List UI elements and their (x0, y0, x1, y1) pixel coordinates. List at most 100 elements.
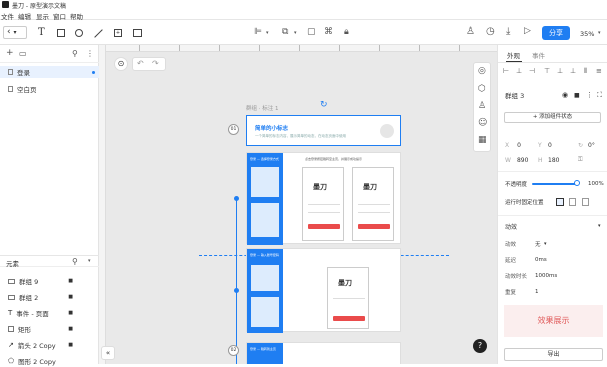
lock-icon[interactable]: ■ (574, 92, 580, 99)
line-tool-icon[interactable] (94, 29, 103, 38)
menu-edit[interactable]: 编辑 (18, 11, 31, 21)
user-icon[interactable]: ♙ (466, 26, 475, 37)
dropdown-chevron-icon[interactable]: ▾ (294, 30, 297, 36)
align-right-icon[interactable]: ⊣ (529, 67, 535, 75)
distribute-h-icon[interactable]: ⫴ (584, 67, 587, 76)
more-icon[interactable]: ⋮ (586, 91, 593, 99)
distribute-v-icon[interactable]: ≡ (596, 67, 602, 75)
collapse-left-button[interactable]: « (101, 346, 115, 360)
rotation-value[interactable]: 0° (588, 142, 595, 149)
fixed-bottom-icon[interactable] (582, 198, 589, 206)
chevron-down-icon[interactable]: ▾ (88, 258, 91, 264)
opacity-slider[interactable] (532, 183, 576, 185)
expand-icon[interactable]: ⛶ (597, 91, 602, 100)
fixed-none-icon[interactable] (556, 198, 564, 206)
delay-value[interactable]: 0ms (535, 257, 547, 263)
constrain-lock-icon[interactable]: ⚿ (578, 156, 583, 164)
component-icon[interactable]: ⬡ (478, 84, 486, 94)
opacity-value[interactable]: 100% (588, 181, 604, 187)
user-icon[interactable]: ♙ (478, 101, 486, 111)
add-page-icon[interactable]: + (6, 48, 14, 58)
rectangle-tool-icon[interactable] (57, 29, 65, 37)
refresh-icon[interactable]: ↻ (320, 100, 328, 110)
menu-window[interactable]: 窗口 (53, 11, 66, 21)
flow-card-2[interactable]: 登录 — 输入账号密码 墨刀 (246, 248, 401, 333)
zoom-level[interactable]: 35% (580, 30, 594, 38)
flow-card-1[interactable]: 登录 — 选择登录方式 点击登录按钮跳转至主页，并展示成功提示 墨刀 墨刀 (246, 152, 401, 245)
chevron-down-icon[interactable]: ▾ (598, 223, 601, 229)
toolbar: ‹ ▾ T + ⊫ ▾ ⧉ ▾ ▢ ⌘ 🔒︎ ♙ ◷ ⤓ ▷ 分享 35% ▾ (0, 21, 607, 45)
table-icon[interactable]: ▦ (478, 135, 487, 145)
canvas[interactable]: ⊙ ↶ ↷ 群组 · 标注 1 ↻ 简单的小标志 一个简单的标志内容，展示简单的… (99, 45, 497, 364)
image-tool-icon[interactable] (133, 29, 142, 37)
folder-icon[interactable]: ▭ (19, 49, 27, 58)
lock-icon[interactable]: ■ (68, 294, 73, 300)
page-item-login[interactable]: 登录 (0, 66, 99, 78)
nav-back-button[interactable]: ‹ ▾ (3, 26, 27, 39)
lock-icon[interactable]: ■ (68, 326, 73, 332)
timeline-dot[interactable] (234, 196, 239, 201)
lock-icon[interactable]: ■ (68, 342, 73, 348)
layer-item[interactable]: ⬠ 图形 2 Copy (0, 355, 99, 367)
timeline-dot[interactable] (234, 288, 239, 293)
layer-item[interactable]: 群组 9 ■ (0, 275, 99, 287)
help-button[interactable]: ? (473, 339, 487, 353)
x-value[interactable]: 0 (517, 142, 521, 149)
selected-banner-card[interactable]: 简单的小标志 一个简单的标志内容，展示简单的动态，在动态页面中使用 (246, 115, 401, 146)
flow-card-3[interactable]: 登录 — 跳转到主页 (246, 342, 401, 364)
w-value[interactable]: 890 (517, 157, 528, 164)
effect-preview[interactable]: 效果展示 (504, 305, 603, 337)
search-icon[interactable]: ⚲ (72, 49, 78, 58)
y-value[interactable]: 0 (548, 142, 552, 149)
undo-icon[interactable]: ↶ (137, 59, 144, 68)
lock-icon[interactable]: ■ (68, 278, 73, 284)
arrange-icon[interactable]: ⧉ (282, 27, 288, 37)
align-bottom-icon[interactable]: ⊥ (570, 67, 576, 75)
search-icon[interactable]: ⚲ (72, 257, 78, 266)
text-tool-icon[interactable]: T (38, 27, 45, 38)
layer-item[interactable]: T 事件 - 页面 ■ (0, 307, 99, 319)
menu-help[interactable]: 帮助 (70, 11, 83, 21)
component-name[interactable]: 群组 3 (505, 90, 524, 100)
align-top-icon[interactable]: ⊤ (544, 67, 550, 75)
page-item-blank[interactable]: 空白页 (0, 83, 99, 95)
play-icon[interactable]: ▷ (524, 26, 531, 36)
align-middle-icon[interactable]: ⊥ (557, 67, 563, 75)
repeat-value[interactable]: 1 (535, 289, 539, 295)
download-icon[interactable]: ⤓ (506, 26, 510, 37)
opacity-slider-handle[interactable] (574, 180, 580, 186)
anim-type-value[interactable]: 无 (535, 240, 541, 248)
history-icon[interactable]: ◷ (486, 26, 495, 37)
chevron-down-icon[interactable]: ▾ (544, 241, 547, 247)
h-value[interactable]: 180 (548, 157, 559, 164)
fixed-top-icon[interactable] (569, 198, 576, 206)
frame-tool-icon[interactable]: + (114, 29, 122, 37)
export-button[interactable]: 导出 (504, 348, 603, 361)
tab-events[interactable]: 事件 (532, 50, 545, 60)
align-center-icon[interactable]: ⊥ (516, 67, 522, 75)
redo-icon[interactable]: ↷ (152, 59, 159, 68)
layer-item[interactable]: ↗ 箭头 2 Copy ■ (0, 339, 99, 351)
more-icon[interactable]: ⋮ (86, 49, 94, 58)
layer-item[interactable]: 矩形 ■ (0, 323, 99, 335)
menu-view[interactable]: 显示 (36, 11, 49, 21)
dropdown-chevron-icon[interactable]: ▾ (266, 30, 269, 36)
share-button[interactable]: 分享 (542, 26, 570, 40)
link-icon[interactable]: ⌘ (324, 27, 333, 37)
canvas-settings-button[interactable]: ⊙ (114, 57, 128, 71)
tab-appearance[interactable]: 外观 (507, 50, 520, 60)
visibility-icon[interactable]: ◉ (562, 91, 568, 99)
align-left-icon[interactable]: ⊢ (503, 67, 509, 75)
lock-icon[interactable]: ■ (68, 310, 73, 316)
layer-item[interactable]: 群组 2 ■ (0, 291, 99, 303)
align-icon[interactable]: ⊫ (254, 27, 262, 37)
ellipse-tool-icon[interactable] (75, 29, 83, 37)
duration-value[interactable]: 1000ms (535, 273, 557, 279)
chevron-down-icon[interactable]: ▾ (598, 30, 601, 36)
lock-icon[interactable]: 🔒︎ (344, 27, 349, 37)
target-icon[interactable]: ◎ (478, 66, 486, 76)
emoji-icon[interactable]: ☺ (478, 118, 487, 128)
add-state-button[interactable]: + 添加组件状态 (504, 112, 601, 123)
menu-file[interactable]: 文件 (1, 11, 14, 21)
group-icon[interactable]: ▢ (307, 27, 316, 37)
